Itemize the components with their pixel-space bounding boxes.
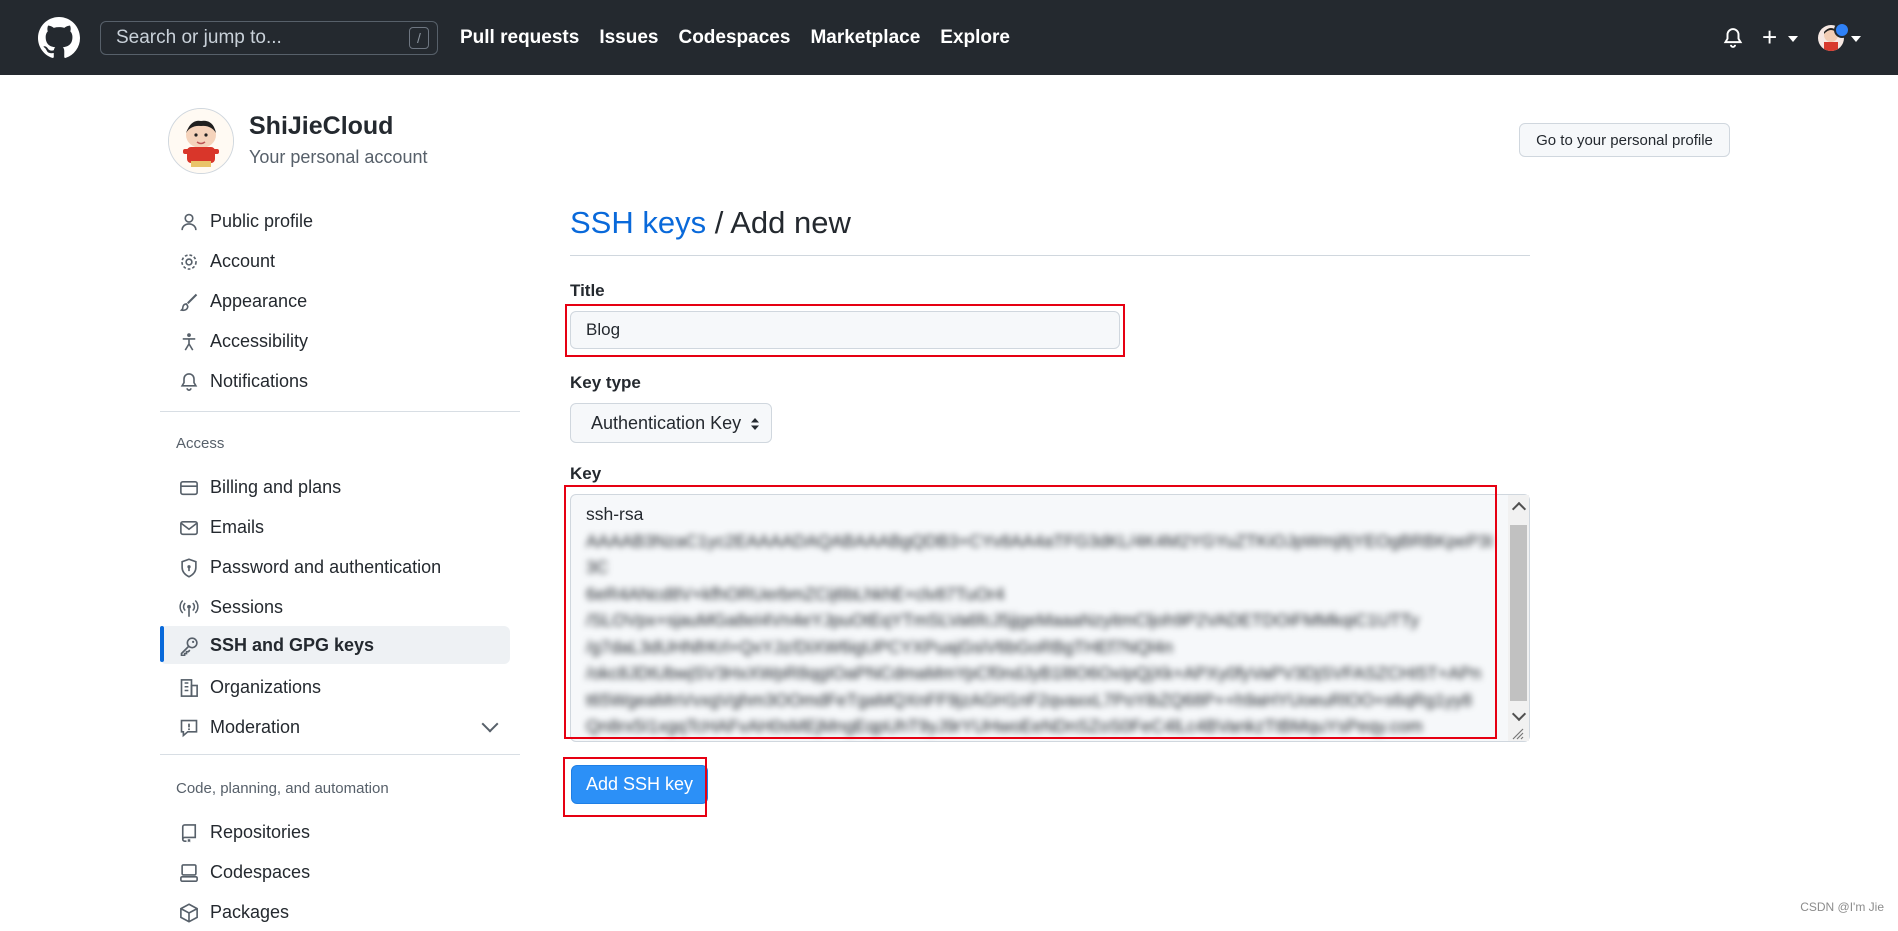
mail-icon [180, 520, 198, 536]
key-line: /g7daL3dUHNfrKrl+QxYJz/DiXW6igUPCYXPuajG… [586, 636, 1173, 657]
key-line: /SLOVpx+sjauMGa8eI4Vn4eYJpuOtEqYTmSLVa6f… [586, 610, 1420, 630]
create-new-icon[interactable]: + [1762, 24, 1777, 50]
key-textarea[interactable]: ssh-rsa AAAAB3NzaC1yc2EAAAADAQABAAABgQDB3… [570, 494, 1530, 742]
nav-marketplace[interactable]: Marketplace [810, 27, 920, 49]
credit-card-icon [180, 480, 198, 496]
sidebar-item-accessibility[interactable]: Accessibility [160, 322, 510, 360]
account-avatar [168, 108, 234, 174]
sidebar-heading-code: Code, planning, and automation [176, 780, 389, 797]
person-icon [181, 213, 197, 231]
sidebar-item-packages[interactable]: Packages [160, 893, 510, 931]
scroll-down-arrow-icon[interactable] [1511, 706, 1527, 722]
sidebar-item-label: Notifications [210, 370, 309, 391]
key-type-value: Authentication Key [591, 412, 742, 433]
sidebar-item-sessions[interactable]: Sessions [160, 588, 510, 626]
top-navbar: Search or jump to... / Pull requests Iss… [0, 0, 1898, 75]
sidebar-item-notifications[interactable]: Notifications [160, 362, 510, 400]
key-icon [180, 637, 198, 656]
key-line: Qn8rx5I1xgqTcHAFvAH0sMEjMngEqpUhT9yJ9rYU… [586, 716, 1423, 736]
gear-icon [181, 254, 197, 270]
sidebar-item-label: Moderation [210, 716, 301, 737]
sidebar-item-emails[interactable]: Emails [160, 508, 510, 546]
search-input[interactable]: Search or jump to... / [100, 21, 438, 55]
page-title: SSH keys / Add new [570, 205, 851, 241]
sidebar-active-indicator [160, 626, 164, 662]
organization-icon [180, 679, 198, 697]
repo-icon [181, 824, 197, 843]
notification-dot-icon [1834, 22, 1850, 38]
watermark: CSDN @I'm Jie [1800, 900, 1884, 914]
sidebar-item-label: Repositories [210, 821, 311, 842]
sidebar-item-password-authentication[interactable]: Password and authentication [160, 548, 510, 586]
sidebar-item-label: Codespaces [210, 861, 311, 882]
title-divider [570, 255, 1530, 256]
breadcrumb-current: / Add new [706, 205, 851, 240]
nav-issues[interactable]: Issues [599, 27, 658, 49]
resize-grip-icon[interactable] [1510, 726, 1524, 740]
codespaces-icon [180, 864, 198, 882]
add-ssh-key-button[interactable]: Add SSH key [571, 765, 708, 804]
search-placeholder: Search or jump to... [116, 27, 282, 48]
paintbrush-icon [179, 293, 198, 312]
account-subtitle: Your personal account [249, 147, 428, 167]
key-line: ssh-rsa [586, 504, 644, 524]
report-icon [180, 719, 198, 738]
key-label: Key [570, 464, 602, 483]
sidebar-item-label: Public profile [210, 210, 314, 231]
search-shortcut-key: / [409, 27, 429, 49]
select-arrows-icon [751, 418, 759, 430]
breadcrumb-ssh-keys-link[interactable]: SSH keys [570, 205, 706, 240]
sidebar-item-label: Emails [210, 516, 265, 537]
bell-icon [180, 373, 198, 391]
sidebar-item-repositories[interactable]: Repositories [160, 813, 510, 851]
sidebar-item-label: Packages [210, 901, 290, 922]
shield-lock-icon [181, 558, 197, 578]
key-line: 6eR4ANcd8V+kfhORUerbmZCij6bLhkhE+clv87Tu… [586, 583, 1005, 604]
sidebar-item-account[interactable]: Account [160, 242, 510, 280]
nav-codespaces[interactable]: Codespaces [678, 27, 790, 49]
account-name[interactable]: ShiJieCloud [249, 112, 393, 141]
key-line: AAAAB3NzaC1yc2EAAAADAQABAAABgQDB3+CYv8AA… [586, 530, 1493, 578]
nav-explore[interactable]: Explore [940, 27, 1010, 49]
scrollbar-thumb[interactable] [1510, 525, 1527, 701]
sidebar-item-label: Organizations [210, 676, 322, 697]
key-line: /okc8JDtUbwjSV3HxXWpR8qgIOaPNCdmaMmYpCf0… [586, 663, 1482, 683]
github-logo-icon[interactable] [38, 17, 80, 59]
key-line: t65WgeaMnVvxgVghm3OOmdFeTgaMQXnFF9jzAGH1… [586, 689, 1472, 710]
sidebar-item-label: Accessibility [210, 330, 309, 351]
create-dropdown-caret-icon[interactable] [1788, 36, 1798, 42]
title-field-value: Blog [586, 320, 621, 339]
sidebar-item-moderation[interactable]: Moderation [160, 708, 510, 746]
sidebar-item-billing[interactable]: Billing and plans [160, 468, 510, 506]
sidebar-item-label: Appearance [210, 290, 308, 311]
go-to-profile-button[interactable]: Go to your personal profile [1519, 123, 1730, 157]
broadcast-icon [179, 599, 199, 617]
sidebar-item-appearance[interactable]: Appearance [160, 282, 510, 320]
sidebar-heading-access: Access [176, 435, 225, 452]
cartoon-avatar-icon [169, 109, 233, 173]
sidebar-item-label: Password and authentication [210, 556, 442, 577]
global-nav: Pull requests Issues Codespaces Marketpl… [460, 0, 1030, 75]
sidebar-item-ssh-gpg-keys[interactable]: SSH and GPG keys [160, 626, 510, 664]
scroll-up-arrow-icon[interactable] [1511, 501, 1527, 517]
sidebar-item-label: Billing and plans [210, 476, 342, 497]
sidebar-item-label: SSH and GPG keys [210, 634, 375, 655]
bell-icon[interactable] [1722, 27, 1744, 49]
key-textarea-scrollbar[interactable] [1508, 495, 1529, 741]
nav-pull-requests[interactable]: Pull requests [460, 27, 579, 49]
key-type-select[interactable]: Authentication Key [570, 403, 772, 443]
sidebar-item-organizations[interactable]: Organizations [160, 668, 510, 706]
sidebar-item-public-profile[interactable]: Public profile [160, 202, 510, 240]
sidebar-item-label: Sessions [210, 596, 284, 617]
key-type-label: Key type [570, 373, 641, 392]
accessibility-icon [182, 333, 196, 351]
title-field[interactable]: Blog [570, 311, 1120, 349]
sidebar-divider [160, 411, 520, 412]
sidebar-item-codespaces[interactable]: Codespaces [160, 853, 510, 891]
package-icon [180, 903, 198, 923]
title-label: Title [570, 281, 605, 300]
user-menu-caret-icon[interactable] [1851, 36, 1861, 42]
sidebar-item-label: Account [210, 250, 276, 271]
sidebar-divider [160, 754, 520, 755]
